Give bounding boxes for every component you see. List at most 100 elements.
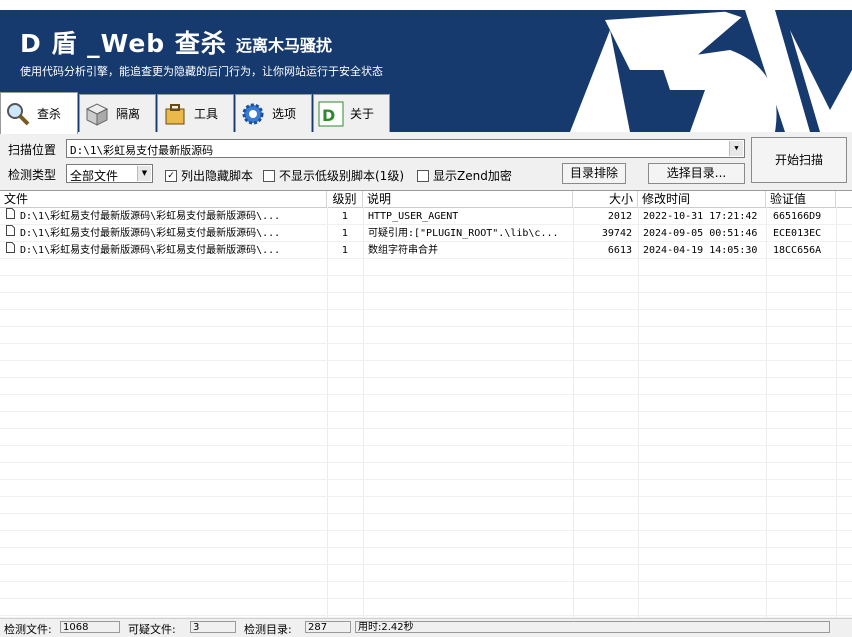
grid-line xyxy=(0,496,852,497)
table-row[interactable]: D:\1\彩虹易支付最新版源码\彩虹易支付最新版源码\... 1 HTTP_US… xyxy=(0,208,852,225)
col-header-desc[interactable]: 说明 xyxy=(363,191,573,207)
table-row[interactable]: D:\1\彩虹易支付最新版源码\彩虹易支付最新版源码\... 1 数组字符串合并… xyxy=(0,242,852,259)
hide-low-level-label: 不显示低级别脚本(1级) xyxy=(279,169,404,183)
app-slogan: 使用代码分析引擎，能追查更为隐藏的后门行为，让你网站运行于安全状态 xyxy=(20,65,383,78)
suspicious-count-label: 可疑文件: xyxy=(128,623,176,636)
row-desc: 可疑引用:["PLUGIN_ROOT".\lib\c... xyxy=(368,228,559,239)
magnifier-icon xyxy=(5,101,31,127)
detect-type-select[interactable]: 全部文件 ▼ xyxy=(66,164,153,183)
row-hash: ECE013EC xyxy=(773,228,822,239)
tab-scan-label: 查杀 xyxy=(37,107,62,121)
d-shield-logo-icon: D xyxy=(318,101,344,127)
checkbox-box xyxy=(263,169,275,182)
elapsed-time: 用时:2.42秒 xyxy=(355,621,830,633)
files-count-label: 检测文件: xyxy=(4,623,52,636)
grid-line xyxy=(0,530,852,531)
suspicious-count-value: 3 xyxy=(190,621,236,633)
app-subtitle: 远离木马骚扰 xyxy=(236,36,333,55)
row-file: D:\1\彩虹易支付最新版源码\彩虹易支付最新版源码\... xyxy=(20,228,281,239)
show-zend-label: 显示Zend加密 xyxy=(433,169,512,183)
row-size: 2012 xyxy=(607,211,632,222)
row-file: D:\1\彩虹易支付最新版源码\彩虹易支付最新版源码\... xyxy=(20,211,281,222)
tab-options-label: 选项 xyxy=(272,107,297,121)
detect-type-value: 全部文件 xyxy=(70,169,119,183)
col-header-hash[interactable]: 验证值 xyxy=(766,191,836,207)
show-hidden-scripts-label: 列出隐藏脚本 xyxy=(181,169,254,183)
col-header-level[interactable]: 级别 xyxy=(327,191,363,207)
show-zend-checkbox[interactable]: 显示Zend加密 xyxy=(417,167,512,184)
grid-line xyxy=(0,394,852,395)
chevron-down-icon[interactable]: ▼ xyxy=(137,166,151,181)
col-header-mtime[interactable]: 修改时间 xyxy=(638,191,766,207)
tab-options[interactable]: 选项 xyxy=(235,94,312,132)
tab-quarantine[interactable]: 隔离 xyxy=(79,94,156,132)
col-header-size[interactable]: 大小 xyxy=(573,191,638,207)
table-header: 文件 级别 说明 大小 修改时间 验证值 xyxy=(0,191,852,208)
row-size: 39742 xyxy=(601,228,632,239)
scan-toolbar: 扫描位置 D:\1\彩虹易支付最新版源码 ▼ 开始扫描 检测类型 全部文件 ▼ … xyxy=(0,132,852,188)
exclude-dir-button[interactable]: 目录排除 xyxy=(562,163,626,184)
grid-line xyxy=(0,513,852,514)
checkbox-box xyxy=(417,169,429,182)
files-count-value: 1068 xyxy=(60,621,120,633)
grid-line xyxy=(0,309,852,310)
grid-line xyxy=(0,462,852,463)
chevron-down-icon[interactable]: ▼ xyxy=(729,141,743,156)
row-desc: 数组字符串合并 xyxy=(368,245,438,256)
grid-line xyxy=(0,615,852,616)
d-shield-banner-logo-icon xyxy=(570,10,852,132)
start-scan-button[interactable]: 开始扫描 xyxy=(751,137,847,183)
scan-location-combobox[interactable]: D:\1\彩虹易支付最新版源码 ▼ xyxy=(66,139,745,158)
row-hash: 18CC656A xyxy=(773,245,822,256)
row-file: D:\1\彩虹易支付最新版源码\彩虹易支付最新版源码\... xyxy=(20,245,281,256)
row-mtime: 2024-09-05 00:51:46 xyxy=(643,228,758,239)
row-level: 1 xyxy=(341,245,349,256)
grid-line xyxy=(0,343,852,344)
dirs-count-value: 287 xyxy=(305,621,351,633)
grid-line xyxy=(0,377,852,378)
grid-line xyxy=(0,292,852,293)
tab-about[interactable]: D 关于 xyxy=(313,94,390,132)
grid-line xyxy=(0,445,852,446)
grid-line xyxy=(0,326,852,327)
grid-line xyxy=(0,547,852,548)
grid-line xyxy=(0,564,852,565)
app-title: D 盾 _Web 查杀 xyxy=(20,29,227,58)
select-dir-button[interactable]: 选择目录... xyxy=(648,163,745,184)
detect-type-label: 检测类型 xyxy=(8,168,57,182)
svg-text:D: D xyxy=(322,106,335,125)
dirs-count-label: 检测目录: xyxy=(244,623,292,636)
window-titlebar xyxy=(0,0,852,10)
hide-low-level-checkbox[interactable]: 不显示低级别脚本(1级) xyxy=(263,167,404,184)
grid-line xyxy=(0,411,852,412)
row-mtime: 2022-10-31 17:21:42 xyxy=(643,211,758,222)
grid-line xyxy=(0,598,852,599)
table-row[interactable]: D:\1\彩虹易支付最新版源码\彩虹易支付最新版源码\... 1 可疑引用:["… xyxy=(0,225,852,242)
briefcase-icon xyxy=(162,101,188,127)
row-hash: 665166D9 xyxy=(773,211,822,222)
status-bar: 检测文件: 1068 可疑文件: 3 检测目录: 287 用时:2.42秒 xyxy=(0,618,852,636)
checkmark-icon: ✓ xyxy=(165,169,177,182)
row-level: 1 xyxy=(341,211,349,222)
row-size: 6613 xyxy=(607,245,632,256)
box-icon xyxy=(84,101,110,127)
file-icon xyxy=(6,225,18,242)
row-level: 1 xyxy=(341,228,349,239)
tab-quarantine-label: 隔离 xyxy=(116,107,141,121)
show-hidden-scripts-checkbox[interactable]: ✓ 列出隐藏脚本 xyxy=(165,167,253,184)
tab-scan[interactable]: 查杀 xyxy=(0,92,78,134)
scan-location-label: 扫描位置 xyxy=(8,143,57,157)
grid-line xyxy=(0,360,852,361)
grid-line xyxy=(0,428,852,429)
row-mtime: 2024-04-19 14:05:30 xyxy=(643,245,758,256)
grid-line xyxy=(0,581,852,582)
grid-line xyxy=(0,479,852,480)
gear-icon xyxy=(240,101,266,127)
results-table[interactable]: 文件 级别 说明 大小 修改时间 验证值 D:\1\彩虹易支付最新版源码\彩虹易… xyxy=(0,190,852,617)
col-header-file[interactable]: 文件 xyxy=(0,191,327,207)
file-icon xyxy=(6,242,18,259)
row-desc: HTTP_USER_AGENT xyxy=(368,211,459,222)
scan-location-value: D:\1\彩虹易支付最新版源码 xyxy=(70,144,214,157)
tab-tools[interactable]: 工具 xyxy=(157,94,234,132)
file-icon xyxy=(6,208,18,225)
